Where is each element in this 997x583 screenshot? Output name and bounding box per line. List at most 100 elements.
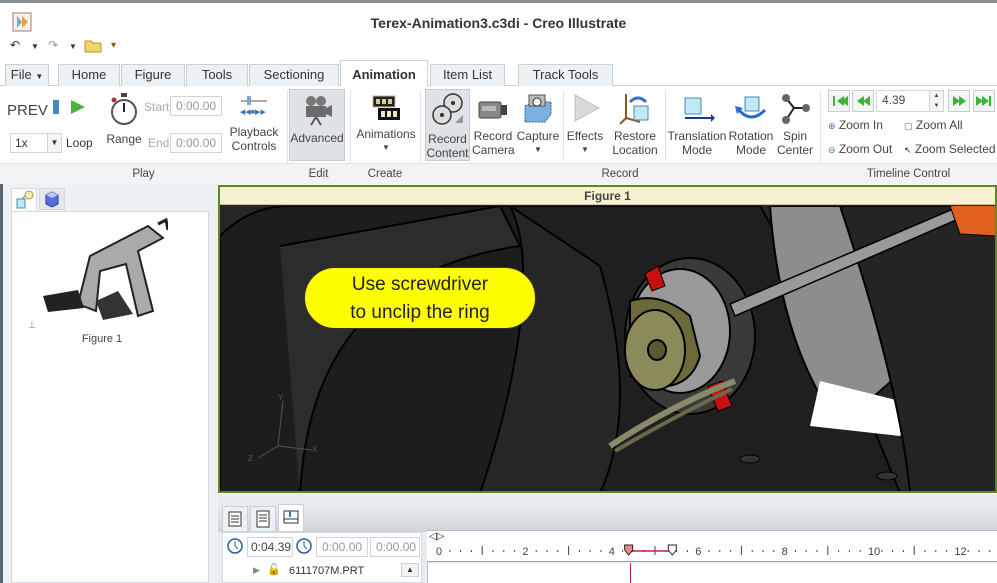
advanced-button[interactable]: Advanced — [289, 89, 345, 161]
zoom-in-icon: ⊕ — [828, 121, 836, 131]
callout-line-2: to unclip the ring — [350, 302, 490, 323]
capture-button[interactable]: Capture ▼ — [516, 92, 560, 157]
translation-mode-button[interactable]: Translation Mode — [667, 94, 727, 157]
time-spinner[interactable]: ▲ ▼ — [929, 91, 943, 111]
effects-button[interactable]: Effects ▼ — [565, 92, 605, 157]
go-to-end-button[interactable] — [973, 90, 995, 112]
playhead-line[interactable] — [629, 563, 631, 583]
ruler-tick-label: 2 — [522, 546, 528, 558]
zoom-selected-icon: ↖ — [904, 145, 912, 155]
chevron-down-icon[interactable]: ▼ — [47, 134, 61, 152]
play-icon[interactable] — [70, 99, 86, 118]
timeline-ruler[interactable]: 0 2 4 6 8 10 12 ◁▷ — [427, 530, 997, 562]
3d-viewport[interactable]: Figure 1 Y Z X Use screwdriver to unclip — [218, 185, 997, 493]
current-time-field[interactable]: 0:04.39 — [247, 537, 293, 557]
track-lane[interactable] — [427, 563, 997, 583]
tab-figure[interactable]: Figure — [121, 64, 185, 86]
viewport-title: Figure 1 — [220, 187, 995, 205]
range-clock-icon — [295, 537, 313, 558]
tab-animation[interactable]: Animation — [340, 60, 428, 87]
rotation-arrow-icon — [728, 94, 774, 126]
chevron-down-icon: ▼ — [581, 145, 589, 154]
rotation-mode-button[interactable]: Rotation Mode — [728, 94, 774, 157]
3d-view-tab[interactable] — [39, 188, 65, 210]
figure-thumbnail-list: ⊥ Figure 1 — [11, 211, 209, 583]
ribbon-tabs: File ▼ Home Figure Tools Sectioning Anim… — [0, 60, 997, 87]
callout-line-1: Use screwdriver — [351, 274, 489, 295]
left-panel: ⊥ Figure 1 — [0, 184, 218, 583]
zoom-in-button[interactable]: ⊕ Zoom In — [828, 118, 883, 132]
spin-center-icon — [775, 92, 815, 126]
start-time-field[interactable]: 0:00.00 — [170, 96, 222, 116]
prev-label: PREV — [7, 102, 48, 119]
step-back-button[interactable] — [852, 90, 874, 112]
stopwatch-icon — [104, 92, 144, 129]
redo-dropdown-icon[interactable]: ▼ — [69, 42, 77, 51]
go-to-start-button[interactable] — [828, 90, 850, 112]
undo-dropdown-icon[interactable]: ▼ — [31, 42, 39, 51]
tab-item-list[interactable]: Item List — [430, 64, 505, 86]
document-view-tab[interactable] — [250, 506, 276, 532]
tab-sectioning[interactable]: Sectioning — [249, 64, 339, 86]
zoom-all-button[interactable]: ▢ Zoom All — [904, 118, 963, 132]
redo-icon[interactable]: ↷ — [48, 38, 58, 52]
timeline-view-tab[interactable] — [278, 504, 304, 532]
end-time-field[interactable]: 0:00.00 — [170, 133, 222, 153]
effects-play-icon — [565, 92, 605, 126]
stop-icon[interactable] — [53, 100, 59, 114]
range-end-marker[interactable] — [667, 544, 677, 556]
timeline-panel: 0:04.39 0:00.00 0:00.00 ▶ 🔓 6111707M.PRT… — [218, 494, 997, 583]
record-camera-button[interactable]: Record Camera — [472, 96, 515, 157]
zoom-selected-button[interactable]: ↖ Zoom Selected — [904, 142, 996, 156]
excavator-arm-thumbnail — [43, 217, 170, 320]
record-content-button[interactable]: Record Content — [425, 89, 470, 161]
ruler-ticks: 0 2 4 6 8 10 12 — [436, 544, 991, 558]
ruler-scroll-arrows-icon[interactable]: ◁▷ — [429, 531, 444, 542]
range-start-field[interactable]: 0:00.00 — [316, 537, 368, 557]
current-time-clock-icon — [226, 537, 244, 558]
window-title: Terex-Animation3.c3di - Creo Illustrate — [370, 15, 627, 31]
playhead-marker[interactable] — [624, 544, 634, 556]
axis-label-y: Y — [278, 393, 284, 402]
speed-select[interactable]: 1x ▼ — [10, 133, 62, 153]
ruler-tick-label: 0 — [436, 546, 442, 558]
group-label-record: Record — [420, 163, 820, 184]
tab-file[interactable]: File ▼ — [5, 64, 49, 86]
scroll-up-button[interactable]: ▲ — [401, 563, 419, 577]
structure-tab[interactable] — [11, 188, 37, 212]
zoom-out-button[interactable]: ⊖ Zoom Out — [828, 142, 892, 156]
timeline-panel-tabs — [218, 504, 997, 532]
timeline-time-field[interactable]: 4.39 ▲ ▼ — [876, 90, 944, 112]
playback-controls-button[interactable]: ◀◀■▶▶ Playback Controls — [228, 94, 280, 153]
group-label-timeline-control: Timeline Control — [820, 163, 997, 184]
expand-arrow-icon[interactable]: ▶ — [253, 565, 260, 576]
playback-controls-icon: ◀◀■▶▶ — [228, 94, 280, 122]
prev-panel: PREV 1x ▼ Loop — [0, 86, 96, 160]
spin-center-button[interactable]: Spin Center — [775, 92, 815, 157]
list-view-tab[interactable] — [222, 506, 248, 532]
tab-track-tools[interactable]: Track Tools — [518, 64, 613, 86]
range-button[interactable]: Range — [104, 92, 144, 146]
zoom-out-icon: ⊖ — [828, 145, 836, 155]
tab-tools[interactable]: Tools — [186, 64, 248, 86]
step-forward-button[interactable] — [948, 90, 970, 112]
undo-icon[interactable]: ↶ — [10, 38, 20, 52]
track-list: 0:04.39 0:00.00 0:00.00 ▶ 🔓 6111707M.PRT… — [222, 532, 422, 583]
figure-1-thumbnail[interactable] — [38, 216, 170, 326]
callout-note[interactable]: Use screwdriver to unclip the ring — [304, 267, 536, 329]
ruler-tick-label: 10 — [868, 546, 880, 558]
mini-axis-icon: ⊥ — [28, 320, 36, 330]
animations-button[interactable]: Animations ▼ — [355, 94, 417, 155]
film-reels-icon — [426, 93, 469, 129]
loop-toggle[interactable]: Loop — [66, 136, 93, 150]
customize-toolbar-icon[interactable]: ▾ — [111, 40, 116, 51]
open-folder-icon[interactable] — [84, 37, 102, 56]
restore-location-button[interactable]: Restore Location ▼ — [607, 92, 663, 173]
track-row[interactable]: ▶ 🔓 6111707M.PRT ▲ — [223, 561, 421, 583]
translation-arrow-icon — [667, 94, 727, 126]
range-end-field[interactable]: 0:00.00 — [370, 537, 420, 557]
ruler-tick-label: 4 — [609, 546, 615, 558]
document-icon — [256, 510, 270, 528]
tab-home[interactable]: Home — [58, 64, 120, 86]
chevron-down-icon: ▼ — [534, 145, 542, 154]
